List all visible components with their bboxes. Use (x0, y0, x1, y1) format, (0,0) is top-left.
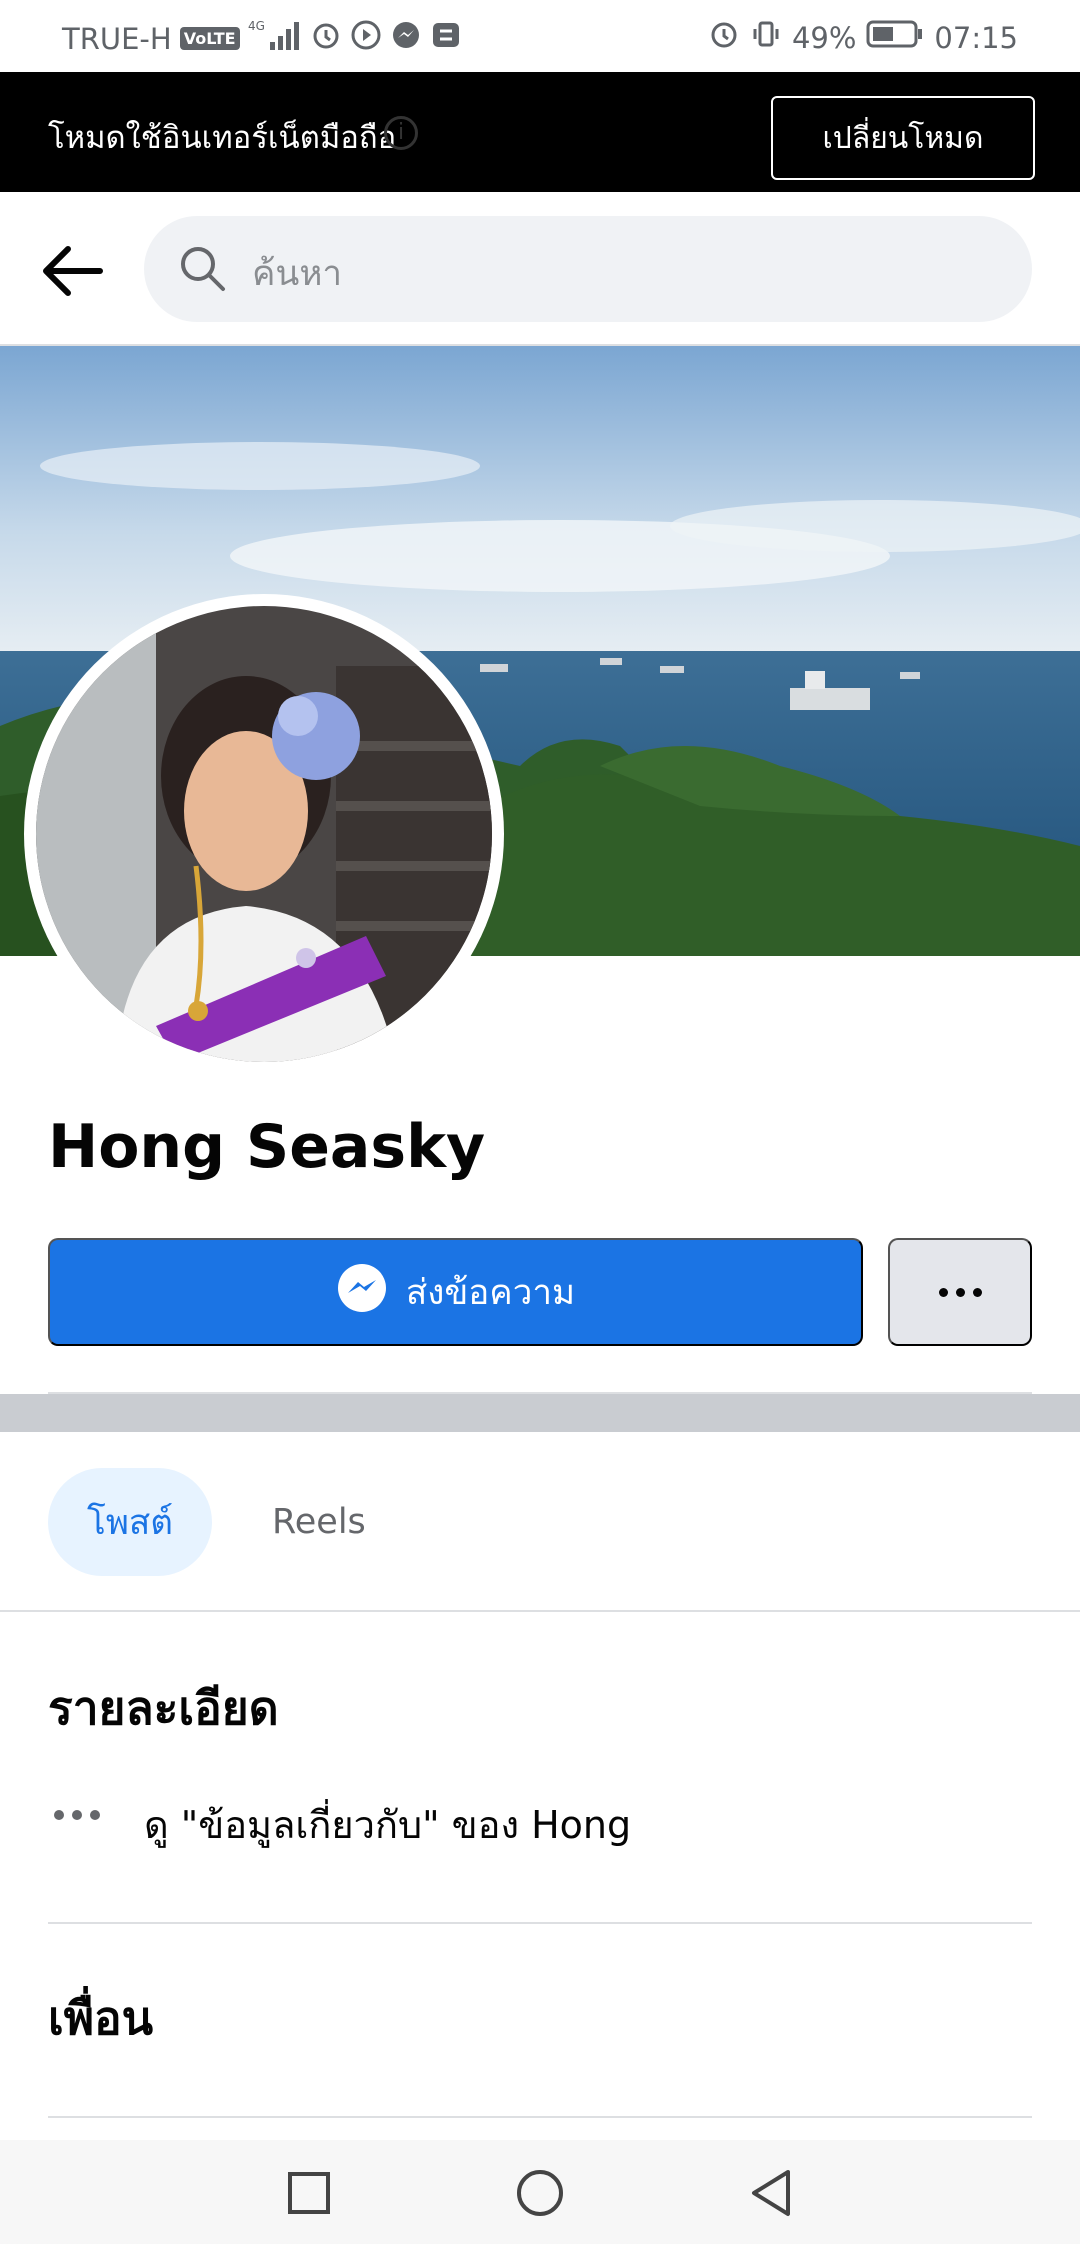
play-icon (350, 19, 382, 58)
messenger-icon (390, 19, 422, 58)
battery-percent: 49% (791, 20, 857, 55)
back-arrow-icon[interactable] (38, 237, 106, 305)
search-placeholder: ค้นหา (252, 254, 343, 294)
system-nav-bar (0, 2140, 1080, 2244)
more-dot-icon (972, 1287, 982, 1297)
send-message-label: ส่งข้อความ (405, 1272, 576, 1312)
clock: 07:15 (934, 20, 1018, 55)
switch-mode-button[interactable]: เปลี่ยนโหมด (771, 96, 1035, 180)
alarm-icon (708, 18, 740, 57)
signal-icon: 4G (248, 18, 302, 59)
data-mode-text: โหมดใช้อินเทอร์เน็ตมือถือ (48, 120, 397, 156)
profile-name: Hong Seasky (48, 1112, 486, 1182)
network-label: 4G (248, 19, 265, 33)
section-separator (0, 1394, 1080, 1432)
volte-badge: VoLTE (179, 27, 240, 50)
divider (48, 1922, 1032, 1924)
about-link-text: ดู "ข้อมูลเกี่ยวกับ" ของ Hong (144, 1803, 632, 1847)
more-dot-icon (938, 1287, 948, 1297)
info-icon[interactable]: i (384, 116, 418, 150)
carrier-label: TRUE-H (62, 21, 172, 56)
search-input[interactable]: ค้นหา (144, 216, 1032, 322)
profile-picture-frame (24, 594, 504, 1074)
status-bar: TRUE-H VoLTE 4G 49% 07:15 (0, 0, 1080, 72)
tab-reels[interactable]: Reels (272, 1468, 366, 1576)
about-link[interactable]: ดู "ข้อมูลเกี่ยวกับ" ของ Hong (48, 1782, 1032, 1862)
divider (48, 2116, 1032, 2118)
more-options-button[interactable] (888, 1238, 1032, 1346)
vibrate-icon (750, 18, 782, 57)
more-horizontal-icon (54, 1810, 100, 1820)
search-header: ค้นหา (0, 192, 1080, 346)
app-icon (430, 19, 462, 58)
alarm-icon (310, 19, 342, 58)
home-icon[interactable] (513, 2166, 567, 2220)
messenger-icon (336, 1262, 388, 1323)
tab-posts[interactable]: โพสต์ (48, 1468, 212, 1576)
back-icon[interactable] (744, 2166, 798, 2220)
profile-picture[interactable] (36, 606, 492, 1062)
battery-icon (866, 19, 924, 56)
friends-heading: เพื่อน (48, 1991, 154, 2045)
details-heading: รายละเอียด (48, 1681, 279, 1735)
recents-icon[interactable] (282, 2166, 336, 2220)
profile-tabs: โพสต์ Reels (0, 1432, 1080, 1612)
send-message-button[interactable]: ส่งข้อความ (48, 1238, 863, 1346)
more-dot-icon (955, 1287, 965, 1297)
search-icon (178, 244, 228, 294)
